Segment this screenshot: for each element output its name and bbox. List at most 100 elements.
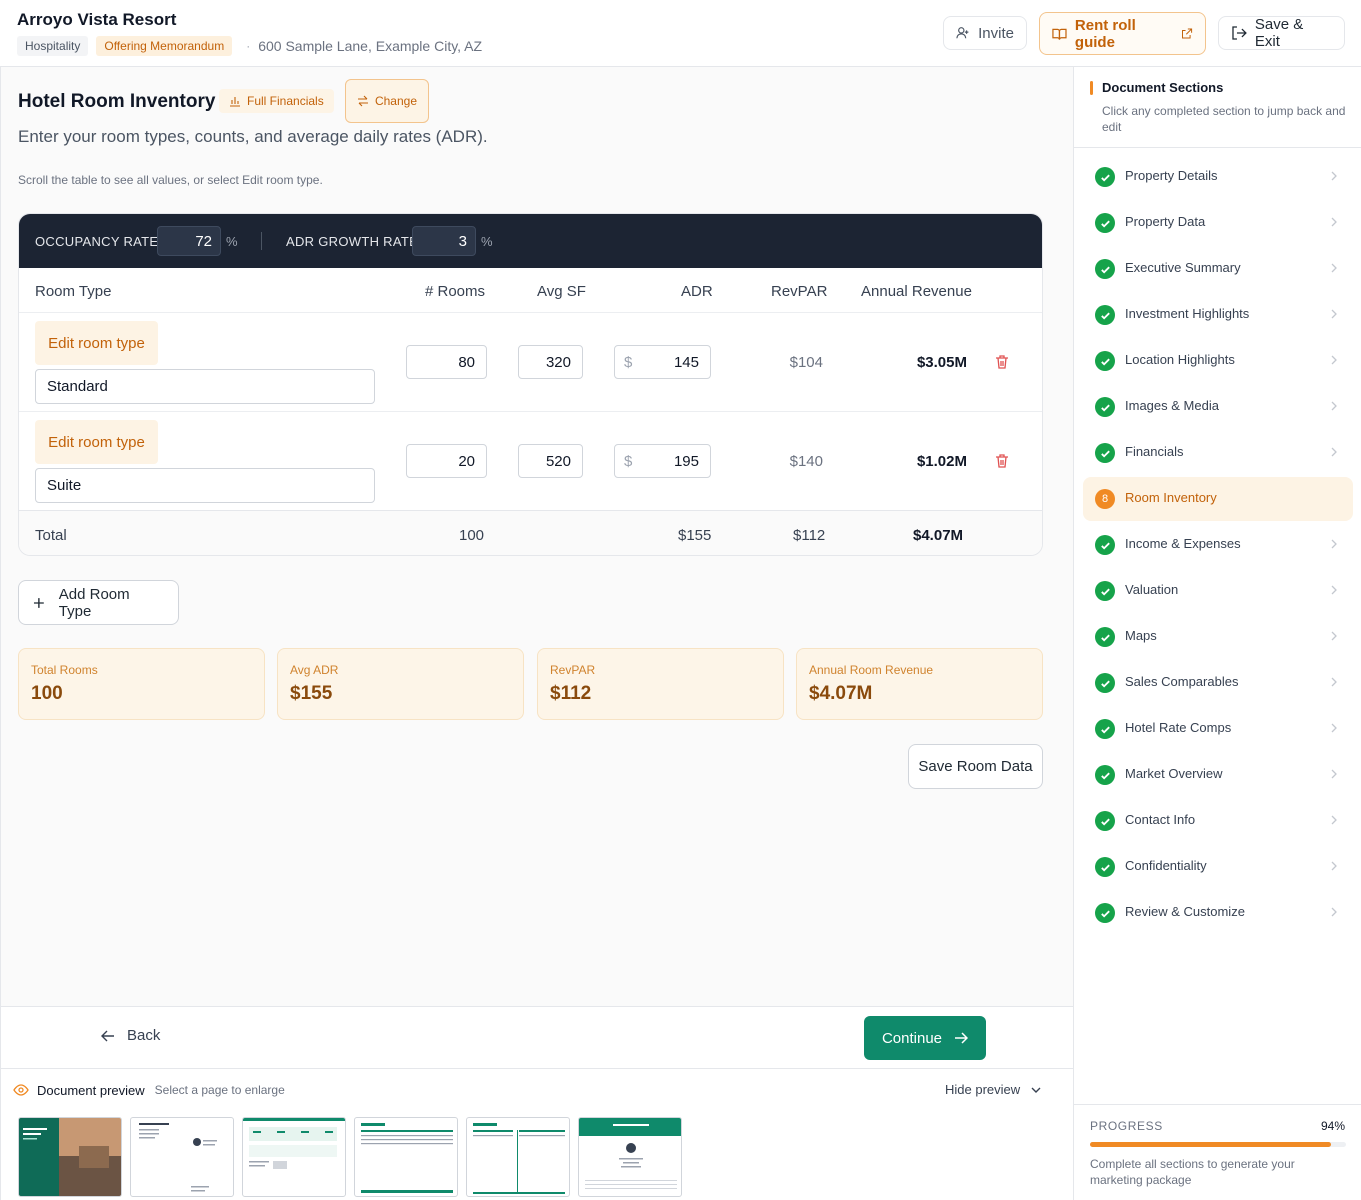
sidebar-header: Document Sections Click any completed se… xyxy=(1074,67,1361,148)
sidebar-item[interactable]: Images & Media xyxy=(1083,385,1353,429)
sidebar-subtitle: Click any completed section to jump back… xyxy=(1102,104,1346,134)
revpar-value: $104 xyxy=(789,354,823,371)
sidebar-item[interactable]: Valuation xyxy=(1083,569,1353,613)
avg-sf-input[interactable] xyxy=(518,345,583,379)
sidebar-item[interactable]: Property Details xyxy=(1083,155,1353,199)
sidebar-item[interactable]: Review & Customize xyxy=(1083,891,1353,935)
rent-roll-guide-button[interactable]: Rent roll guide xyxy=(1039,12,1206,55)
user-plus-icon xyxy=(956,27,969,39)
chevron-right-icon xyxy=(1331,907,1337,917)
chevron-right-icon xyxy=(1331,447,1337,457)
occupancy-unit: % xyxy=(226,234,238,249)
preview-thumbnail-highlights[interactable] xyxy=(242,1117,346,1197)
sidebar-item[interactable]: 8 Room Inventory xyxy=(1083,477,1353,521)
main-content: Hotel Room Inventory Full Financials Cha… xyxy=(0,67,1073,1007)
property-tags: Hospitality Offering Memorandum · 600 Sa… xyxy=(17,36,482,56)
rooms-count-input[interactable] xyxy=(406,444,487,478)
preview-thumbnail-rent-roll[interactable] xyxy=(466,1117,570,1197)
adr-growth-input[interactable] xyxy=(412,226,476,256)
add-room-type-button[interactable]: Add Room Type xyxy=(18,580,179,625)
stat-value: $112 xyxy=(550,683,592,704)
room-type-name-input[interactable] xyxy=(35,369,375,404)
total-label: Total xyxy=(35,527,67,544)
trash-icon[interactable] xyxy=(994,453,1010,469)
sidebar-item[interactable]: Property Data xyxy=(1083,201,1353,245)
sidebar-item[interactable]: Confidentiality xyxy=(1083,845,1353,889)
logout-icon xyxy=(1232,26,1247,40)
sidebar-item[interactable]: Income & Expenses xyxy=(1083,523,1353,567)
full-financials-badge[interactable]: Full Financials xyxy=(219,89,334,113)
sidebar-item[interactable]: Sales Comparables xyxy=(1083,661,1353,705)
chevron-right-icon xyxy=(1331,677,1337,687)
check-icon xyxy=(1095,259,1115,279)
check-icon xyxy=(1095,673,1115,693)
preview-subtitle: Select a page to enlarge xyxy=(154,1083,285,1097)
chevron-right-icon xyxy=(1331,355,1337,365)
sidebar-item[interactable]: Hotel Rate Comps xyxy=(1083,707,1353,751)
sidebar-item-label: Images & Media xyxy=(1125,398,1219,413)
continue-button[interactable]: Continue xyxy=(864,1016,986,1060)
separator-dot: · xyxy=(246,39,251,53)
occupancy-rate-input[interactable] xyxy=(157,226,221,256)
row-divider xyxy=(19,411,1042,412)
sidebar-item-label: Maps xyxy=(1125,628,1157,643)
sidebar-item-label: Confidentiality xyxy=(1125,858,1207,873)
back-button[interactable]: Back xyxy=(101,1027,160,1044)
sidebar-item-label: Executive Summary xyxy=(1125,260,1241,275)
adr-growth-label: ADR GROWTH RATE xyxy=(286,234,419,249)
sidebar-item-label: Market Overview xyxy=(1125,766,1223,781)
room-type-name-input[interactable] xyxy=(35,468,375,503)
document-type-tag: Offering Memorandum xyxy=(96,36,233,56)
change-button[interactable]: Change xyxy=(345,79,429,123)
chevron-down-icon xyxy=(1031,1087,1041,1093)
preview-thumbnail-cover[interactable] xyxy=(18,1117,122,1197)
invite-button[interactable]: Invite xyxy=(943,16,1027,50)
annual-revenue-value: $1.02M xyxy=(916,453,967,470)
trash-icon[interactable] xyxy=(994,354,1010,370)
check-icon xyxy=(1095,627,1115,647)
sidebar-item[interactable]: Contact Info xyxy=(1083,799,1353,843)
sidebar-item-label: Location Highlights xyxy=(1125,352,1235,367)
chevron-right-icon xyxy=(1331,171,1337,181)
sidebar-item[interactable]: Executive Summary xyxy=(1083,247,1353,291)
sidebar-item-label: Valuation xyxy=(1125,582,1179,597)
hide-preview-label: Hide preview xyxy=(945,1082,1021,1097)
sidebar-item[interactable]: Market Overview xyxy=(1083,753,1353,797)
edit-room-type-button[interactable]: Edit room type xyxy=(35,321,158,365)
sidebar-item[interactable]: Investment Highlights xyxy=(1083,293,1353,337)
table-hint: Scroll the table to see all values, or s… xyxy=(18,173,323,187)
sidebar-item[interactable]: Location Highlights xyxy=(1083,339,1353,383)
save-exit-button[interactable]: Save & Exit xyxy=(1218,16,1345,50)
chevron-right-icon xyxy=(1331,815,1337,825)
stat-value: 100 xyxy=(31,683,63,704)
sidebar-title: Document Sections xyxy=(1102,80,1224,95)
save-room-data-button[interactable]: Save Room Data xyxy=(908,744,1043,789)
col-revpar: RevPAR xyxy=(771,283,828,300)
avg-sf-input[interactable] xyxy=(518,444,583,478)
guide-label: Rent roll guide xyxy=(1074,16,1136,51)
hide-preview-button[interactable]: Hide preview xyxy=(945,1082,1042,1097)
plus-icon xyxy=(33,597,44,608)
sidebar-item[interactable]: Financials xyxy=(1083,431,1353,475)
top-header: Arroyo Vista Resort Hospitality Offering… xyxy=(0,0,1361,67)
rooms-count-input[interactable] xyxy=(406,345,487,379)
preview-thumbnail-contact[interactable] xyxy=(578,1117,682,1197)
section-subtitle: Enter your room types, counts, and avera… xyxy=(18,127,488,146)
sidebar-item-label: Property Data xyxy=(1125,214,1206,229)
eye-icon xyxy=(13,1084,29,1096)
save-exit-label: Save & Exit xyxy=(1254,16,1304,50)
edit-room-type-button[interactable]: Edit room type xyxy=(35,420,158,464)
sidebar-item[interactable]: Maps xyxy=(1083,615,1353,659)
preview-thumbnail-summary[interactable] xyxy=(130,1117,234,1197)
sidebar-item-label: Room Inventory xyxy=(1125,490,1217,505)
progress-track xyxy=(1090,1142,1346,1147)
total-rooms-value: 100 xyxy=(459,527,485,544)
progress-panel: PROGRESS 94% Complete all sections to ge… xyxy=(1074,1104,1361,1200)
progress-label: PROGRESS xyxy=(1090,1119,1163,1133)
preview-thumbnail-financials[interactable] xyxy=(354,1117,458,1197)
occupancy-rate-label: OCCUPANCY RATE xyxy=(35,234,159,249)
annual-revenue-value: $3.05M xyxy=(916,354,967,371)
chevron-right-icon xyxy=(1331,401,1337,411)
preview-title: Document preview xyxy=(37,1082,145,1098)
total-row: Total 100 $155 $112 $4.07M xyxy=(19,510,1042,555)
